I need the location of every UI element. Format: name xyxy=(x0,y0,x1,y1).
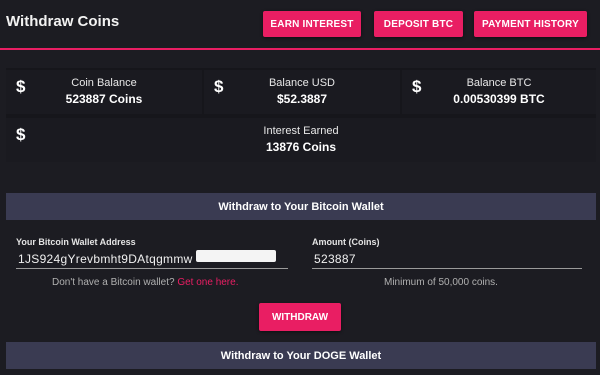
wallet-help-prefix: Don't have a Bitcoin wallet? xyxy=(52,277,175,288)
amount-help-text: Minimum of 50,000 coins. xyxy=(384,277,498,288)
amount-input[interactable] xyxy=(312,249,582,269)
balance-btc-value: 0.00530399 BTC xyxy=(453,92,545,106)
balance-stats-panel: $ Coin Balance 523887 Coins $ Balance US… xyxy=(6,68,596,162)
balance-btc-label: Balance BTC xyxy=(466,77,532,89)
coin-balance-label: Coin Balance xyxy=(71,77,137,89)
balance-btc-card: $ Balance BTC 0.00530399 BTC xyxy=(402,70,596,114)
interest-earned-value: 13876 Coins xyxy=(265,140,337,154)
coin-balance-value: 523887 Coins xyxy=(65,92,143,106)
wallet-address-label: Your Bitcoin Wallet Address xyxy=(16,237,136,247)
interest-earned-card: $ Interest Earned 13876 Coins xyxy=(6,118,596,162)
page-title: Withdraw Coins xyxy=(6,13,120,30)
withdraw-button[interactable]: WITHDRAW xyxy=(259,303,341,331)
balance-usd-label: Balance USD xyxy=(268,77,336,89)
doge-section-header: Withdraw to Your DOGE Wallet xyxy=(6,342,596,369)
redaction-mark xyxy=(196,250,276,262)
earn-interest-button[interactable]: EARN INTEREST xyxy=(263,11,361,37)
coin-balance-card: $ Coin Balance 523887 Coins xyxy=(6,70,202,114)
amount-label: Amount (Coins) xyxy=(312,237,380,247)
interest-earned-label: Interest Earned xyxy=(263,125,339,137)
page-header: Withdraw Coins EARN INTEREST DEPOSIT BTC… xyxy=(0,0,600,50)
deposit-btc-button[interactable]: DEPOSIT BTC xyxy=(374,11,463,37)
payment-history-button[interactable]: PAYMENT HISTORY xyxy=(474,11,587,37)
balance-usd-card: $ Balance USD $52.3887 xyxy=(204,70,400,114)
bitcoin-section-header: Withdraw to Your Bitcoin Wallet xyxy=(6,193,596,220)
get-wallet-link[interactable]: Get one here. xyxy=(177,277,238,288)
wallet-help-text: Don't have a Bitcoin wallet? Get one her… xyxy=(52,277,238,288)
balance-usd-value: $52.3887 xyxy=(276,92,328,106)
